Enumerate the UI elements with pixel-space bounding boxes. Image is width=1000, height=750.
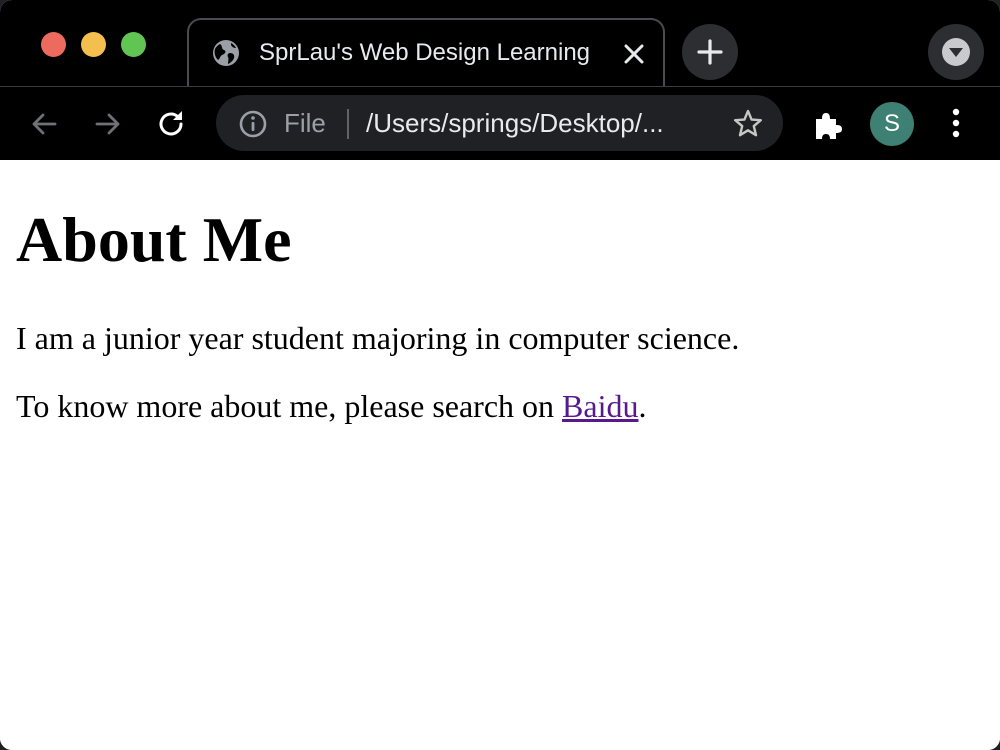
forward-button[interactable] xyxy=(88,104,128,144)
star-icon[interactable] xyxy=(732,108,764,145)
new-tab-button[interactable] xyxy=(682,24,738,80)
avatar-initial: S xyxy=(883,110,900,137)
search-paragraph: To know more about me, please search on … xyxy=(16,388,646,424)
chevron-down-icon xyxy=(949,48,963,57)
search-paragraph-end: . xyxy=(638,388,647,424)
url-scheme-label: File xyxy=(284,108,326,138)
kebab-menu-icon[interactable] xyxy=(946,106,966,147)
window-close-button[interactable] xyxy=(41,32,66,57)
window-maximize-button[interactable] xyxy=(121,32,146,57)
profile-avatar[interactable]: S xyxy=(870,102,914,146)
puzzle-icon[interactable] xyxy=(810,107,846,148)
arrow-left-icon xyxy=(32,113,57,135)
back-button[interactable] xyxy=(24,104,64,144)
page-content: About Me I am a junior year student majo… xyxy=(0,160,1000,750)
info-icon[interactable] xyxy=(238,109,268,144)
tab-search-button[interactable] xyxy=(928,24,984,80)
globe-icon xyxy=(211,38,241,68)
omnibox-divider xyxy=(347,109,349,139)
baidu-link[interactable]: Baidu xyxy=(562,388,638,424)
intro-paragraph: I am a junior year student majoring in c… xyxy=(16,320,740,356)
search-paragraph-text: To know more about me, please search on xyxy=(16,388,563,424)
browser-window: SprLau's Web Design Learning File /Users… xyxy=(0,0,1000,750)
address-bar[interactable]: File /Users/springs/Desktop/... xyxy=(216,95,783,151)
reload-button[interactable] xyxy=(152,104,192,144)
reload-icon xyxy=(159,111,183,136)
tab-active[interactable]: SprLau's Web Design Learning xyxy=(187,18,665,86)
window-minimize-button[interactable] xyxy=(81,32,106,57)
arrow-right-icon xyxy=(95,113,120,135)
page-title: About Me xyxy=(16,204,292,275)
tab-strip: SprLau's Web Design Learning xyxy=(0,0,1000,86)
tab-title: SprLau's Web Design Learning xyxy=(259,39,591,66)
plus-icon xyxy=(697,39,723,65)
url-text[interactable]: /Users/springs/Desktop/... xyxy=(366,109,664,137)
close-icon[interactable] xyxy=(621,41,647,67)
browser-toolbar: File /Users/springs/Desktop/... S xyxy=(0,86,1000,160)
